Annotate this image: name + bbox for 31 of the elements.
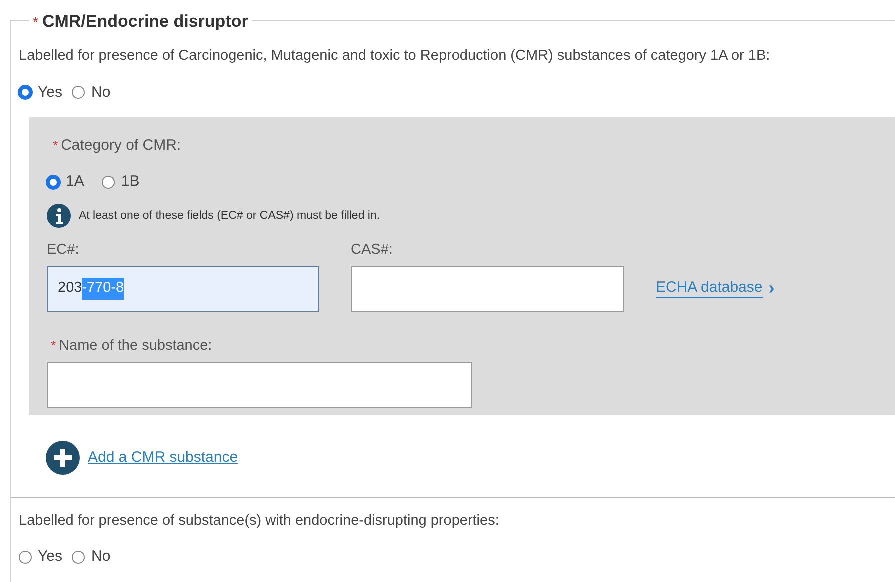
echa-database-link[interactable]: ECHA database	[656, 278, 763, 298]
cas-number-field[interactable]	[351, 266, 624, 312]
required-mark: *	[51, 337, 56, 355]
chevron-icon: ›	[768, 279, 775, 298]
section-title: CMR/Endocrine disruptor	[42, 11, 248, 33]
radio-label: 1A	[66, 172, 84, 192]
radio-button[interactable]	[47, 176, 60, 189]
substance-name-field[interactable]	[47, 362, 472, 408]
question-text: Labelled for presence of substance(s) with endocrine-disrupting properties:	[19, 512, 500, 531]
radio-label: No	[91, 547, 111, 568]
radio-button[interactable]	[72, 551, 86, 564]
add-icon[interactable]	[46, 440, 80, 475]
radio-label: Yes	[38, 82, 62, 102]
info-icon	[47, 204, 71, 228]
radio-button[interactable]	[72, 86, 86, 100]
field-label: Category of CMR:	[61, 136, 182, 156]
radio-button[interactable]	[19, 86, 32, 100]
radio-button[interactable]	[19, 551, 32, 564]
radio-label: Yes	[38, 547, 62, 568]
radio-label: 1B	[121, 172, 140, 192]
radio-label: No	[91, 82, 111, 102]
add-substance-link[interactable]: Add a CMR substance	[88, 446, 238, 469]
question-text: Labelled for presence of Carcinogenic, Mutagenic and toxic to Reproduction (CMR) substances of category 1A or 1B:	[19, 47, 772, 66]
required-mark: *	[33, 13, 38, 32]
radio-button[interactable]	[102, 176, 116, 189]
ec-number-field[interactable]: 203-770-8	[47, 266, 319, 312]
field-label: CAS#:	[351, 241, 394, 260]
required-mark: *	[53, 136, 58, 155]
info-text: At least one of these fields (EC# or CAS#) must be filled in.	[79, 208, 380, 224]
field-label: EC#:	[47, 241, 80, 260]
field-label: Name of the substance:	[59, 337, 212, 356]
